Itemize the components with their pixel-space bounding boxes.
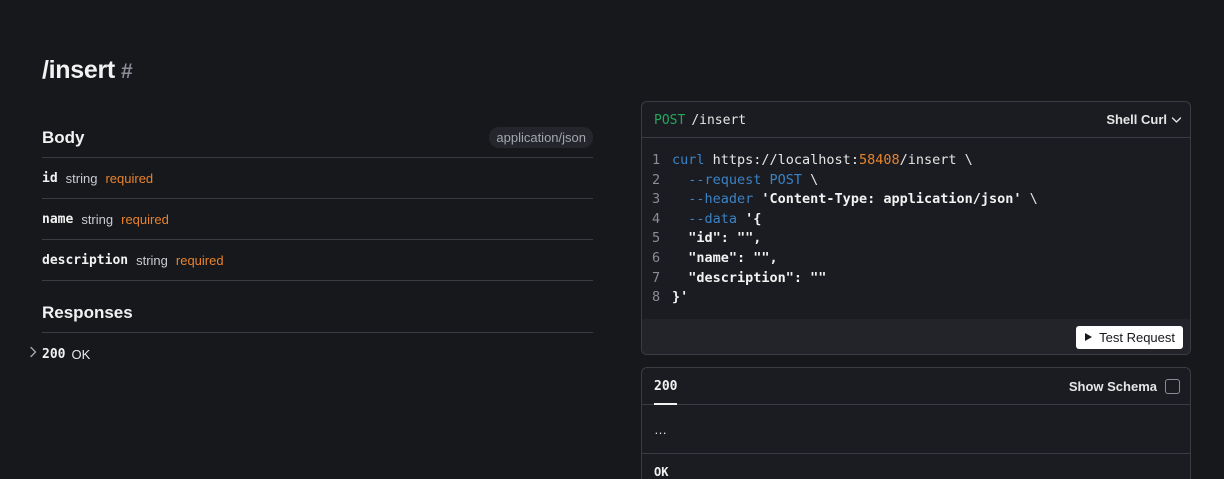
play-icon [1085, 333, 1093, 341]
code-line: 6 "name": "", [652, 249, 1190, 269]
request-example-card: POST/insert Shell Curl 1 curl https://lo… [641, 101, 1191, 355]
code-token: '{ [737, 210, 762, 227]
response-code: 200 [42, 346, 66, 362]
request-example-footer: Test Request [642, 319, 1190, 354]
param-name: description [42, 252, 129, 268]
code-line: 8 }' [652, 288, 1190, 308]
responses-section-header: Responses [42, 293, 593, 333]
client-selector[interactable]: Shell Curl [1106, 112, 1182, 127]
code-token: "name": "", [672, 249, 778, 266]
response-description: OK [71, 346, 91, 362]
request-schema: Body application/json id string required… [30, 118, 593, 375]
line-number: 6 [652, 249, 661, 266]
code-token: curl [672, 152, 705, 168]
response-example-header: 200 Show Schema [642, 368, 1190, 405]
body-section-header: Body application/json [42, 118, 593, 158]
line-number: 1 [652, 152, 661, 168]
code-token: --header [672, 191, 754, 208]
chevron-right-icon[interactable] [28, 346, 38, 358]
code-token: https://localhost: [704, 152, 859, 168]
body-heading: Body [42, 127, 85, 147]
test-request-label: Test Request [1099, 329, 1175, 345]
code-token: /insert \ [899, 152, 973, 168]
line-number: 2 [652, 171, 661, 188]
anchor-link[interactable]: # [121, 60, 133, 83]
response-row-200[interactable]: 200 OK [30, 333, 593, 375]
code-line: 4 --data '{ [652, 210, 1190, 230]
line-number: 3 [652, 191, 661, 208]
code-line: 2 --request POST \ [652, 171, 1190, 191]
param-required: required [105, 170, 154, 186]
line-number: 5 [652, 230, 661, 247]
request-example-header: POST/insert Shell Curl [642, 102, 1190, 138]
param-type: string [65, 170, 98, 186]
param-name: name [42, 211, 74, 227]
param-row-name: name string required [42, 199, 593, 240]
responses-section: Responses 200 OK [30, 293, 593, 375]
client-selector-label: Shell Curl [1106, 112, 1167, 127]
param-required: required [121, 211, 169, 227]
code-line: 1 curl https://localhost: 58408/insert \ [652, 151, 1190, 171]
code-token: \ [1021, 191, 1038, 208]
response-example-card: 200 Show Schema … OK [641, 367, 1191, 479]
show-schema-toggle[interactable]: Show Schema [1068, 378, 1180, 394]
code-token: "id": "", [672, 230, 762, 247]
code-token: }' [672, 289, 689, 306]
show-schema-checkbox[interactable] [1165, 378, 1180, 394]
code-token: POST [761, 171, 803, 188]
param-type: string [136, 252, 168, 268]
content-type-badge: application/json [489, 127, 593, 148]
chevron-down-icon [1171, 116, 1182, 123]
responses-heading: Responses [42, 302, 133, 322]
http-method: POST [654, 112, 686, 128]
endpoint-path: /insert [42, 56, 115, 84]
param-type: string [81, 211, 114, 227]
param-row-id: id string required [42, 158, 593, 199]
line-number: 4 [652, 210, 661, 227]
param-name: id [42, 170, 58, 186]
code-line: 5 "id": "", [652, 229, 1190, 249]
code-token: 'Content-Type: application/json' [753, 191, 1022, 208]
line-number: 8 [652, 289, 661, 306]
show-schema-label: Show Schema [1068, 378, 1157, 394]
api-reference-page: /insert # Body application/json id string… [0, 0, 1224, 479]
param-row-description: description string required [42, 240, 593, 281]
code-token: \ [802, 171, 819, 188]
code-token: "description": "" [672, 269, 827, 286]
test-request-button[interactable]: Test Request [1076, 325, 1183, 349]
endpoint-title: /insert # [42, 56, 133, 85]
request-path: /insert [691, 112, 747, 128]
code-snippet[interactable]: 1 curl https://localhost: 58408/insert \ … [642, 138, 1190, 319]
response-body-preview: … [642, 405, 1190, 454]
code-line: 7 "description": "" [652, 269, 1190, 289]
code-token: --data [672, 210, 738, 227]
response-status-text: OK [654, 465, 669, 479]
param-required: required [175, 252, 224, 268]
code-line: 3 --header 'Content-Type: application/js… [652, 190, 1190, 210]
tab-200[interactable]: 200 [654, 368, 678, 405]
code-token: 58408 [858, 152, 900, 168]
code-token: --request [672, 171, 762, 188]
line-number: 7 [652, 269, 661, 286]
